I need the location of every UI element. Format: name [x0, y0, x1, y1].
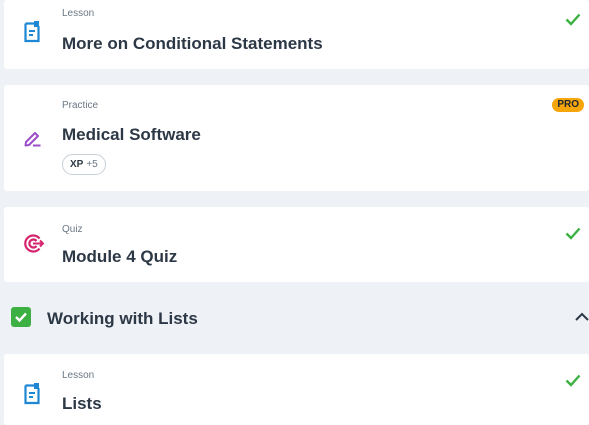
lesson-card-conditional-statements[interactable]: Lesson More on Conditional Statements: [4, 0, 589, 69]
completed-check-icon: [565, 374, 581, 387]
section-header-working-with-lists[interactable]: Working with Lists: [0, 296, 589, 342]
lesson-icon: [24, 383, 40, 405]
item-title: Medical Software: [62, 125, 201, 144]
item-title: Module 4 Quiz: [62, 247, 178, 266]
checkmark-icon: [15, 312, 27, 323]
practice-pencil-icon: [24, 132, 41, 147]
xp-reward-badge: XP +5: [62, 154, 106, 175]
item-kind-label: Lesson: [62, 8, 95, 19]
item-kind-label: Quiz: [62, 224, 83, 235]
completed-check-icon: [565, 13, 581, 26]
xp-label: XP: [70, 159, 84, 170]
quiz-card-module-4[interactable]: Quiz Module 4 Quiz: [4, 207, 589, 282]
xp-value: +5: [86, 159, 98, 170]
completed-check-icon: [565, 227, 581, 240]
item-kind-label: Practice: [62, 100, 99, 111]
lesson-icon: [24, 21, 40, 43]
course-module-list: Lesson More on Conditional Statements Pr…: [0, 0, 589, 425]
section-completed-checkbox: [11, 307, 31, 327]
quiz-target-icon: [24, 234, 44, 253]
section-title: Working with Lists: [47, 309, 198, 328]
practice-card-medical-software[interactable]: Practice PRO Medical Software XP +5: [4, 85, 589, 191]
item-kind-label: Lesson: [62, 370, 95, 381]
lesson-card-lists[interactable]: Lesson Lists: [4, 354, 589, 425]
chevron-up-icon[interactable]: [575, 310, 589, 324]
item-title: Lists: [62, 394, 102, 413]
item-title: More on Conditional Statements: [62, 34, 323, 53]
pro-badge: PRO: [552, 98, 584, 112]
